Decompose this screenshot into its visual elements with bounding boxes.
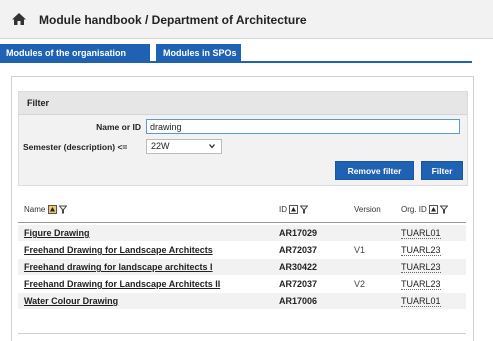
home-icon[interactable] bbox=[11, 11, 27, 27]
name-or-id-label: Name or ID bbox=[96, 122, 141, 132]
filter-icon[interactable] bbox=[300, 205, 309, 214]
module-id: AR72037 bbox=[279, 279, 318, 289]
filter-title: Filter bbox=[27, 98, 50, 108]
module-version: V1 bbox=[354, 245, 366, 255]
column-header-id[interactable]: ID bbox=[279, 205, 309, 215]
column-header-version: Version bbox=[354, 205, 381, 214]
name-or-id-input[interactable] bbox=[146, 119, 460, 134]
filter-header: Filter bbox=[19, 92, 467, 115]
sort-icon[interactable] bbox=[289, 205, 299, 215]
table-header-divider bbox=[18, 222, 466, 223]
filter-box: Filter Name or ID Semester (description)… bbox=[18, 91, 468, 186]
module-id: AR72037 bbox=[279, 245, 318, 255]
table-row: Freehand drawing for landscape architect… bbox=[18, 259, 466, 275]
table-row: Freehand Drawing for Landscape Architect… bbox=[18, 276, 466, 292]
filter-icon[interactable] bbox=[58, 205, 67, 214]
module-name-link[interactable]: Freehand Drawing for Landscape Architect… bbox=[24, 245, 213, 255]
remove-filter-button[interactable]: Remove filter bbox=[335, 161, 414, 180]
semester-label: Semester (description) <= bbox=[23, 142, 128, 152]
breadcrumb: Module handbook / Department of Architec… bbox=[39, 13, 307, 27]
module-id: AR17029 bbox=[279, 228, 318, 238]
module-version: V2 bbox=[354, 279, 366, 289]
sort-icon[interactable] bbox=[429, 205, 439, 215]
module-name-link[interactable]: Water Colour Drawing bbox=[24, 296, 118, 306]
table-row: Freehand Drawing for Landscape Architect… bbox=[18, 242, 466, 258]
module-org-id[interactable]: TUARL23 bbox=[401, 245, 441, 256]
tab-modules-of-organisation[interactable]: Modules of the organisation bbox=[0, 44, 150, 62]
column-header-name[interactable]: Name bbox=[24, 205, 67, 215]
semester-value: 22W bbox=[151, 141, 170, 151]
module-name-link[interactable]: Freehand drawing for landscape architect… bbox=[24, 262, 213, 272]
semester-select[interactable]: 22W bbox=[146, 139, 222, 154]
column-header-org-id[interactable]: Org. ID bbox=[401, 205, 449, 215]
module-org-id[interactable]: TUARL23 bbox=[401, 262, 441, 273]
table-row: Figure Drawing AR17029 TUARL01 bbox=[18, 225, 466, 241]
module-org-id[interactable]: TUARL01 bbox=[401, 296, 441, 307]
filter-icon[interactable] bbox=[440, 205, 449, 214]
module-org-id[interactable]: TUARL01 bbox=[401, 228, 441, 239]
module-id: AR30422 bbox=[279, 262, 318, 272]
sort-asc-icon[interactable] bbox=[47, 205, 57, 215]
module-name-link[interactable]: Freehand Drawing for Landscape Architect… bbox=[24, 279, 220, 289]
module-name-link[interactable]: Figure Drawing bbox=[24, 228, 90, 238]
module-org-id[interactable]: TUARL23 bbox=[401, 279, 441, 290]
module-id: AR17006 bbox=[279, 296, 318, 306]
filter-button[interactable]: Filter bbox=[421, 161, 463, 180]
table-row: Water Colour Drawing AR17006 TUARL01 bbox=[18, 293, 466, 309]
table-footer-divider bbox=[18, 333, 466, 334]
chevron-down-icon bbox=[209, 144, 215, 149]
app-header: Module handbook / Department of Architec… bbox=[0, 0, 493, 39]
tab-modules-in-spos[interactable]: Modules in SPOs bbox=[156, 44, 241, 62]
tab-underline bbox=[0, 61, 472, 63]
